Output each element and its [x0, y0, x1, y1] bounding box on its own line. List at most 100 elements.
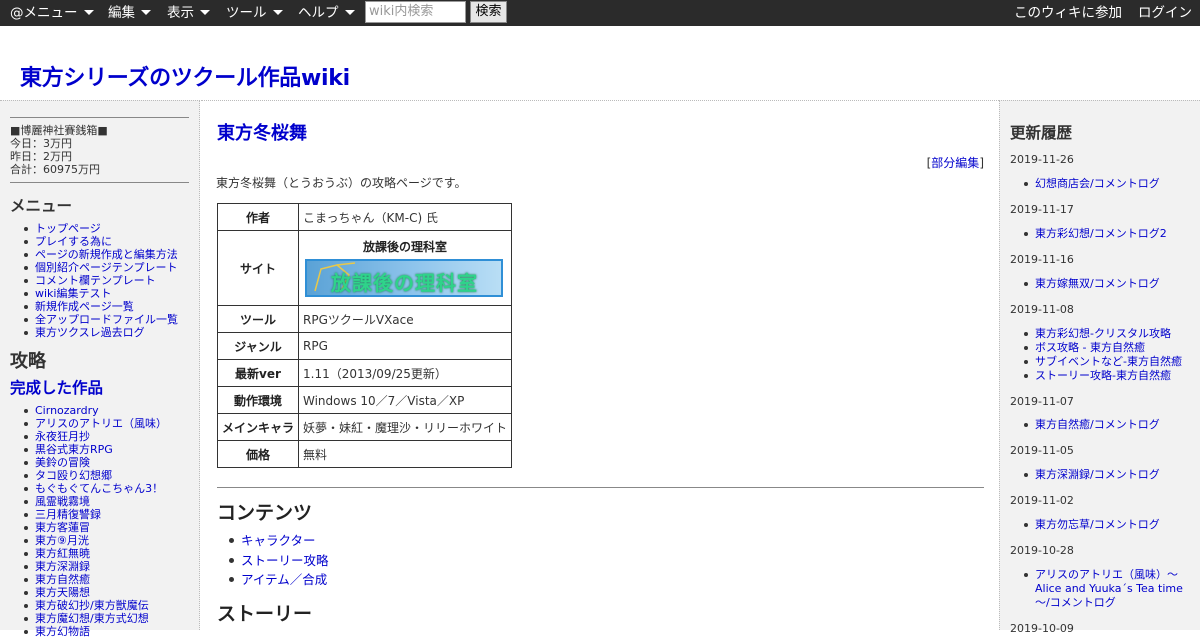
- game-info-table: 作者 こまっちゃん（KM-C) 氏 サイト 放課後の理科室 放課後の理科室 ツー…: [217, 203, 512, 468]
- history-list: アリスのアトリエ（風味）～Alice and Yuuka´s Tea time～…: [1000, 568, 1190, 610]
- donation-today: 今日：3万円: [10, 137, 72, 150]
- list-item[interactable]: 東方⑨月洸: [0, 534, 167, 547]
- list-item[interactable]: もぐもぐてんこちゃん3！: [0, 482, 167, 495]
- menu-list: トップページ プレイする為に ページの新規作成と編集方法 個別紹介ページテンプレ…: [0, 222, 178, 339]
- contents-heading: コンテンツ: [217, 502, 313, 524]
- contents-item-story[interactable]: ストーリー攻略: [201, 551, 329, 571]
- list-item[interactable]: 美鈴の冒険: [0, 456, 167, 469]
- table-row: 作者 こまっちゃん（KM-C) 氏: [217, 203, 512, 231]
- list-item[interactable]: 東方幻物語: [0, 625, 167, 638]
- list-item[interactable]: 永夜狂月抄: [0, 430, 167, 443]
- history-item[interactable]: 東方深淵録/コメントログ: [1000, 468, 1190, 482]
- list-item[interactable]: アリスのアトリエ（風味）: [0, 417, 167, 430]
- divider: [217, 487, 984, 488]
- list-item[interactable]: 東方自然癒: [0, 573, 167, 586]
- sidebar-item-how-to-play[interactable]: プレイする為に: [0, 235, 178, 248]
- caret-down-icon: [141, 10, 151, 15]
- table-header-environment: 動作環境: [217, 386, 299, 414]
- completed-works-heading[interactable]: 完成した作品: [10, 376, 103, 398]
- history-list: 東方深淵録/コメントログ: [1000, 468, 1190, 482]
- table-header-version: 最新ver: [217, 359, 299, 387]
- right-sidebar: 更新履歴 2019-11-26 幻想商店会/コメントログ 2019-11-17 …: [999, 100, 1200, 635]
- table-header-author: 作者: [217, 203, 299, 231]
- table-cell-environment: Windows 10／7／Vista／XP: [298, 386, 512, 414]
- contents-item-characters[interactable]: キャラクター: [201, 531, 329, 551]
- history-list: 東方彩幻想-クリスタル攻略 ボス攻略 - 東方自然癒 サブイベントなど-東方自然…: [1000, 327, 1190, 383]
- menu-edit[interactable]: 編集: [108, 0, 151, 26]
- site-banner-image[interactable]: 放課後の理科室: [305, 259, 503, 297]
- table-row: サイト 放課後の理科室 放課後の理科室: [217, 230, 512, 306]
- menu-tools[interactable]: ツール: [226, 0, 283, 26]
- contents-list: キャラクター ストーリー攻略 アイテム／合成: [201, 531, 329, 590]
- story-heading: ストーリー: [217, 603, 313, 625]
- menu-view[interactable]: 表示: [167, 0, 210, 26]
- donation-title: ■博麗神社賽銭箱■: [10, 124, 108, 137]
- list-item[interactable]: 風霊戦霧境: [0, 495, 167, 508]
- history-item[interactable]: ボス攻略 - 東方自然癒: [1000, 341, 1190, 355]
- history-date: 2019-11-16: [1010, 253, 1074, 266]
- divider: [10, 117, 189, 118]
- left-sidebar: ■博麗神社賽銭箱■ 今日：3万円 昨日：2万円 合計：60975万円 メニュー …: [0, 100, 200, 638]
- history-list: 東方勿忘草/コメントログ: [1000, 518, 1190, 532]
- menu-label: 表示: [167, 5, 194, 21]
- list-item[interactable]: 東方紅無暁: [0, 547, 167, 560]
- history-item[interactable]: 幻想商店会/コメントログ: [1000, 177, 1190, 191]
- history-item[interactable]: 東方勿忘草/コメントログ: [1000, 518, 1190, 532]
- sidebar-item-new-pages[interactable]: 新規作成ページ一覧: [0, 300, 178, 313]
- sidebar-item-past-logs[interactable]: 東方ツクスレ過去ログ: [0, 326, 178, 339]
- list-item[interactable]: 東方深淵録: [0, 560, 167, 573]
- list-item[interactable]: 東方客蓮冒: [0, 521, 167, 534]
- history-item[interactable]: アリスのアトリエ（風味）～Alice and Yuuka´s Tea time～…: [1000, 568, 1190, 610]
- history-date: 2019-11-26: [1010, 153, 1074, 166]
- history-item[interactable]: サブイベントなど-東方自然癒: [1000, 355, 1190, 369]
- history-item[interactable]: 東方自然癒/コメントログ: [1000, 418, 1190, 432]
- list-item[interactable]: タコ殴り幻想郷: [0, 469, 167, 482]
- table-row: ツール RPGツクールVXace: [217, 305, 512, 333]
- table-row: 価格 無料: [217, 440, 512, 468]
- site-title[interactable]: 東方シリーズのツクール作品wiki: [20, 60, 350, 92]
- works-list: Cirnozardry アリスのアトリエ（風味） 永夜狂月抄 黒谷式東方RPG …: [0, 404, 167, 638]
- menu-at-menu[interactable]: @メニュー: [10, 0, 94, 26]
- menu-help[interactable]: ヘルプ: [298, 0, 355, 26]
- menu-label: ヘルプ: [298, 5, 339, 21]
- history-item[interactable]: 東方彩幻想-クリスタル攻略: [1000, 327, 1190, 341]
- sidebar-item-page-template[interactable]: 個別紹介ページテンプレート: [0, 261, 178, 274]
- search-button[interactable]: 検索: [470, 1, 507, 23]
- history-item[interactable]: 東方嫁無双/コメントログ: [1000, 277, 1190, 291]
- list-item[interactable]: 東方天陽想: [0, 586, 167, 599]
- sidebar-item-comment-template[interactable]: コメント欄テンプレート: [0, 274, 178, 287]
- page-title[interactable]: 東方冬桜舞: [217, 119, 307, 145]
- wiki-search-input[interactable]: wiki内検索: [365, 1, 466, 23]
- contents-item-items[interactable]: アイテム／合成: [201, 570, 329, 590]
- table-cell-tool: RPGツクールVXace: [298, 305, 512, 333]
- partial-edit-link[interactable]: 部分編集: [931, 156, 979, 170]
- top-navigation-bar: @メニュー 編集 表示 ツール ヘルプ wiki内検索 検索 このウィキに参加 …: [0, 0, 1200, 26]
- login-link[interactable]: ログイン: [1138, 0, 1192, 26]
- intro-text: 東方冬桜舞（とうおうぶ）の攻略ページです。: [216, 176, 467, 190]
- sidebar-item-uploads[interactable]: 全アップロードファイル一覧: [0, 313, 178, 326]
- list-item[interactable]: 三月精復讐録: [0, 508, 167, 521]
- site-name: 放課後の理科室: [362, 240, 447, 254]
- list-item[interactable]: 黒谷式東方RPG: [0, 443, 167, 456]
- table-cell-site: 放課後の理科室 放課後の理科室: [298, 230, 512, 306]
- table-cell-price: 無料: [298, 440, 512, 468]
- caret-down-icon: [83, 10, 94, 15]
- donation-yesterday: 昨日：2万円: [10, 150, 72, 163]
- list-item[interactable]: Cirnozardry: [0, 404, 167, 417]
- caret-down-icon: [272, 10, 283, 15]
- sidebar-item-edit-test[interactable]: wiki編集テスト: [0, 287, 178, 300]
- history-date: 2019-11-07: [1010, 395, 1074, 408]
- table-row: 最新ver 1.11（2013/09/25更新）: [217, 359, 512, 387]
- history-item[interactable]: ストーリー攻略-東方自然癒: [1000, 369, 1190, 383]
- main-content: 東方冬桜舞 [部分編集] 東方冬桜舞（とうおうぶ）の攻略ページです。 作者 こま…: [201, 100, 999, 630]
- partial-edit: [部分編集]: [927, 154, 984, 171]
- join-wiki-link[interactable]: このウィキに参加: [1014, 0, 1122, 26]
- menu-label: 編集: [108, 5, 135, 21]
- history-item[interactable]: 東方彩幻想/コメントログ2: [1000, 227, 1190, 241]
- list-item[interactable]: 東方魔幻想/東方式幻想: [0, 612, 167, 625]
- sidebar-item-top-page[interactable]: トップページ: [0, 222, 178, 235]
- list-item[interactable]: 東方破幻抄/東方獣魔伝: [0, 599, 167, 612]
- sidebar-item-create-edit[interactable]: ページの新規作成と編集方法: [0, 248, 178, 261]
- menu-label: ツール: [226, 5, 267, 21]
- table-header-genre: ジャンル: [217, 332, 299, 360]
